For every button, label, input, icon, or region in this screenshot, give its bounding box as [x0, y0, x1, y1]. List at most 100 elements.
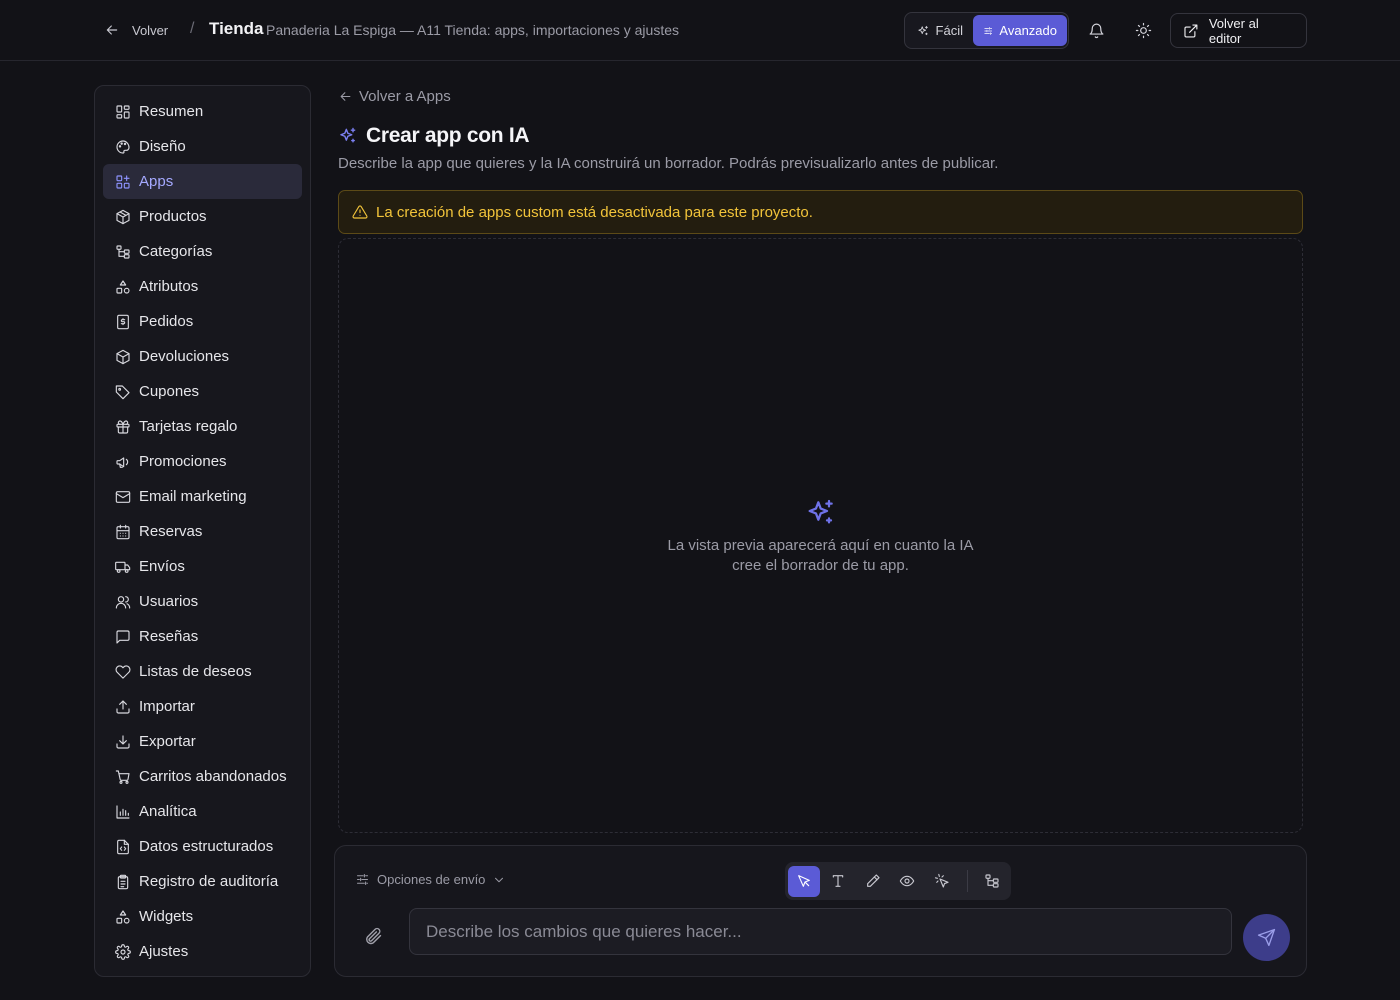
back-to-editor-button[interactable]: Volver al editor: [1170, 13, 1307, 48]
sidebar-item-label: Diseño: [139, 138, 186, 155]
sidebar-item-label: Envíos: [139, 558, 185, 575]
send-options-label: Opciones de envío: [377, 872, 486, 887]
back-to-apps-link[interactable]: Volver a Apps: [338, 88, 451, 105]
package-return-icon: [116, 349, 130, 364]
sidebar-item-listas-de-deseos[interactable]: Listas de deseos: [103, 654, 302, 689]
sparkles-icon: [808, 499, 833, 524]
cart-icon: [115, 769, 130, 784]
pencil-icon: [866, 874, 880, 887]
sidebar-item-cupones[interactable]: Cupones: [103, 374, 302, 409]
sidebar-item-resumen[interactable]: Resumen: [103, 94, 302, 129]
breadcrumb-separator: /: [190, 20, 195, 37]
select-tool-button[interactable]: [788, 865, 820, 897]
text-tool-button[interactable]: [823, 866, 855, 897]
sidebar-item-usuarios[interactable]: Usuarios: [103, 584, 302, 619]
gift-icon: [116, 419, 130, 434]
message-square-icon: [116, 629, 130, 644]
sidebar-item-label: Productos: [139, 208, 207, 225]
shapes-icon: [116, 909, 130, 924]
preview-text-line2: cree el borrador de tu app.: [732, 557, 909, 574]
mode-toggle: Fácil Avanzado: [904, 12, 1069, 49]
sidebar-item-apps[interactable]: Apps: [103, 164, 302, 199]
sidebar-item-promociones[interactable]: Promociones: [103, 444, 302, 479]
send-options-dropdown[interactable]: Opciones de envío: [355, 872, 506, 887]
upload-icon: [116, 699, 130, 714]
edit-tools-toolbar: [785, 862, 1011, 900]
chevron-down-icon: [495, 877, 504, 882]
back-button[interactable]: Volver: [104, 20, 168, 40]
sidebar-item-importar[interactable]: Importar: [103, 689, 302, 724]
eye-icon: [900, 875, 915, 887]
sidebar-item-analitica[interactable]: Analítica: [103, 794, 302, 829]
sidebar-item-label: Analítica: [139, 803, 197, 820]
draw-tool-button[interactable]: [857, 866, 889, 897]
sidebar-item-label: Categorías: [139, 243, 213, 260]
sidebar-item-label: Widgets: [139, 908, 194, 925]
theme-toggle-button[interactable]: [1131, 18, 1155, 42]
sidebar-item-productos[interactable]: Productos: [103, 199, 302, 234]
dashboard-icon: [116, 104, 130, 119]
sidebar-item-devoluciones[interactable]: Devoluciones: [103, 339, 302, 374]
sidebar: Resumen Diseño Apps Productos Categorías Atri…: [94, 85, 311, 977]
sidebar-item-widgets[interactable]: Widgets: [103, 899, 302, 934]
sidebar-item-label: Promociones: [139, 453, 227, 470]
notifications-button[interactable]: [1084, 18, 1108, 42]
sidebar-item-datos-estructurados[interactable]: Datos estructurados: [103, 829, 302, 864]
sidebar-item-exportar[interactable]: Exportar: [103, 724, 302, 759]
mail-icon: [115, 490, 131, 503]
sidebar-item-carritos-abandonados[interactable]: Carritos abandonados: [103, 759, 302, 794]
toolbar-divider: [966, 870, 968, 892]
truck-icon: [115, 561, 131, 573]
tree-icon: [985, 874, 999, 888]
receipt-icon: [117, 314, 129, 329]
package-icon: [116, 209, 130, 224]
alert-triangle-icon: [352, 205, 368, 219]
sidebar-item-label: Devoluciones: [139, 348, 230, 365]
sidebar-item-registro-de-auditoria[interactable]: Registro de auditoría: [103, 864, 302, 899]
sidebar-item-resenas[interactable]: Reseñas: [103, 619, 302, 654]
arrow-left-icon: [106, 25, 118, 35]
sidebar-item-label: Reservas: [139, 523, 203, 540]
sidebar-item-categorias[interactable]: Categorías: [103, 234, 302, 269]
structure-tool-button[interactable]: [976, 866, 1008, 897]
sparkle-click-icon: [934, 873, 949, 888]
sparkles-icon: [918, 25, 928, 35]
sidebar-item-tarjetas-regalo[interactable]: Tarjetas regalo: [103, 409, 302, 444]
sidebar-item-label: Usuarios: [139, 593, 199, 610]
preview-text-line1: La vista previa aparecerá aquí en cuanto…: [667, 537, 974, 554]
sidebar-item-label: Importar: [139, 698, 195, 715]
send-button[interactable]: [1243, 914, 1290, 961]
sidebar-item-label: Reseñas: [139, 628, 199, 645]
sidebar-item-ajustes[interactable]: Ajustes: [103, 934, 302, 969]
attach-button[interactable]: [363, 926, 383, 946]
sidebar-item-reservas[interactable]: Reservas: [103, 514, 302, 549]
sidebar-item-label: Listas de deseos: [139, 663, 252, 680]
sidebar-item-diseno[interactable]: Diseño: [103, 129, 302, 164]
category-tree-icon: [116, 244, 130, 259]
back-to-apps-label: Volver a Apps: [359, 88, 451, 105]
sidebar-item-label: Cupones: [139, 383, 200, 400]
sidebar-item-pedidos[interactable]: Pedidos: [103, 304, 302, 339]
prompt-input[interactable]: [409, 908, 1232, 955]
sliders-icon: [984, 26, 993, 35]
app-preview-area: La vista previa aparecerá aquí en cuanto…: [338, 238, 1303, 833]
sidebar-item-label: Email marketing: [139, 488, 247, 505]
paperclip-icon: [366, 927, 382, 945]
sidebar-item-email-marketing[interactable]: Email marketing: [103, 479, 302, 514]
mode-advanced-label: Avanzado: [999, 23, 1057, 38]
palette-icon: [116, 139, 130, 154]
click-tool-button[interactable]: [926, 866, 958, 897]
bell-icon: [1089, 23, 1103, 38]
sidebar-item-atributos[interactable]: Atributos: [103, 269, 302, 304]
sidebar-item-label: Resumen: [139, 103, 204, 120]
sidebar-item-envios[interactable]: Envíos: [103, 549, 302, 584]
sidebar-item-label: Atributos: [139, 278, 199, 295]
gear-icon: [115, 943, 131, 960]
sidebar-item-label: Apps: [139, 173, 174, 190]
preview-tool-button[interactable]: [892, 866, 924, 897]
mode-easy-button[interactable]: Fácil: [907, 15, 973, 46]
sidebar-item-label: Registro de auditoría: [139, 873, 279, 890]
sun-icon: [1135, 22, 1151, 38]
bar-chart-icon: [116, 804, 130, 819]
mode-advanced-button[interactable]: Avanzado: [973, 15, 1067, 46]
